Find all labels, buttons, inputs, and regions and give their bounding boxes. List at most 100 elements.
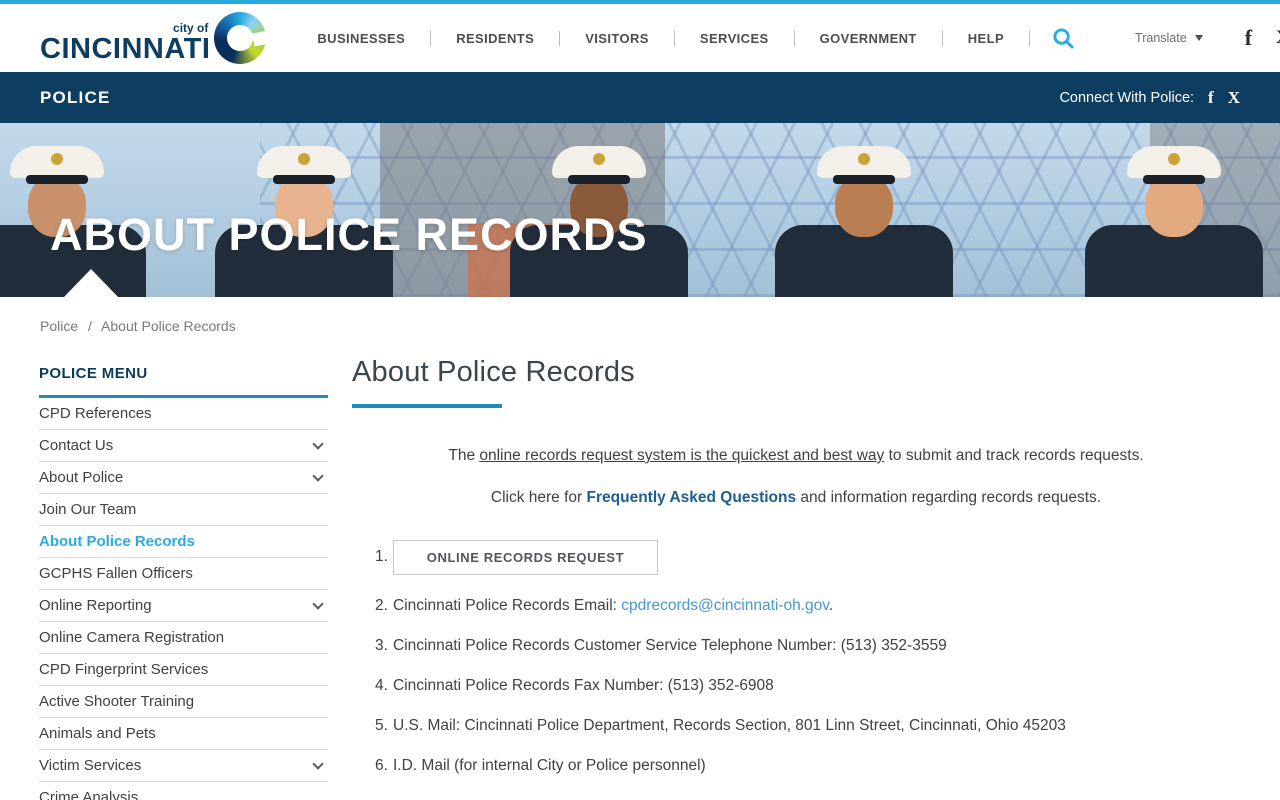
sidebar-item-active-shooter-training[interactable]: Active Shooter Training [39, 686, 328, 718]
sidebar-item-animals-and-pets[interactable]: Animals and Pets [39, 718, 328, 750]
intro-paragraph-2: Click here for Frequently Asked Question… [352, 487, 1240, 509]
intro-1-prefix: The [448, 447, 479, 464]
police-menu-sidebar: POLICE MENU CPD References Contact Us Abou… [39, 365, 328, 800]
sidebar-item-label: About Police Records [39, 533, 195, 550]
sidebar-item-label: Animals and Pets [39, 725, 156, 742]
sidebar-item-online-reporting[interactable]: Online Reporting [39, 590, 328, 622]
sidebar-item-label: Active Shooter Training [39, 693, 194, 710]
online-records-request-link[interactable]: online records request system is the qui… [479, 447, 884, 464]
sidebar-item-label: Join Our Team [39, 501, 136, 518]
nav-item-help[interactable]: HELP [943, 31, 1030, 46]
title-underline [352, 404, 502, 408]
list-item-suffix: . [829, 597, 833, 614]
search-button[interactable] [1052, 27, 1075, 50]
nav-item-businesses[interactable]: BUSINESSES [292, 31, 431, 46]
list-item-number: 2. [375, 597, 393, 615]
chevron-down-icon [1195, 35, 1203, 41]
department-title[interactable]: POLICE [40, 88, 111, 108]
header-social-links: fXin [1221, 25, 1280, 51]
records-contact-list: 1.ONLINE RECORDS REQUEST2.Cincinnati Pol… [352, 540, 1240, 775]
list-item: 4.Cincinnati Police Records Fax Number: … [375, 677, 1240, 695]
sidebar-item-about-police-records[interactable]: About Police Records [39, 526, 328, 558]
chevron-down-icon [312, 470, 323, 481]
intro-1-suffix: to submit and track records requests. [884, 447, 1143, 464]
list-item-text: I.D. Mail (for internal City or Police p… [393, 757, 706, 775]
list-item-number: 5. [375, 717, 393, 735]
city-logo[interactable]: city of CINCINNATI [40, 12, 266, 64]
nav-item-visitors[interactable]: VISITORS [560, 31, 675, 46]
online-records-request-button[interactable]: ONLINE RECORDS REQUEST [393, 540, 658, 575]
list-item-text: U.S. Mail: Cincinnati Police Department,… [393, 717, 1066, 735]
sidebar-item-label: Victim Services [39, 757, 141, 774]
sidebar-menu: CPD References Contact Us About Police Join… [39, 398, 328, 800]
x-twitter-icon[interactable]: X [1276, 27, 1280, 49]
breadcrumb-police[interactable]: Police [40, 318, 78, 334]
connect-with-police: Connect With Police: fX [1059, 88, 1240, 108]
cincinnati-c-logo-icon [214, 12, 266, 64]
sidebar-item-online-camera-registration[interactable]: Online Camera Registration [39, 622, 328, 654]
dept-social-links: fX [1194, 88, 1240, 108]
sidebar-item-about-police[interactable]: About Police [39, 462, 328, 494]
translate-label: Translate [1135, 31, 1187, 45]
sidebar-item-join-our-team[interactable]: Join Our Team [39, 494, 328, 526]
sidebar-item-label: About Police [39, 469, 123, 486]
sidebar-item-label: CPD References [39, 405, 152, 422]
hero-title: ABOUT POLICE RECORDS [50, 209, 648, 261]
connect-label: Connect With Police: [1059, 90, 1194, 106]
faq-link[interactable]: Frequently Asked Questions [587, 489, 797, 506]
intro-2-prefix: Click here for [491, 489, 587, 506]
sidebar-item-label: Crime Analysis [39, 789, 138, 800]
page-title: About Police Records [352, 356, 1240, 389]
nav-item-services[interactable]: SERVICES [675, 31, 795, 46]
list-item-prefix: Cincinnati Police Records Email: [393, 597, 621, 614]
sidebar-item-crime-analysis[interactable]: Crime Analysis [39, 782, 328, 800]
facebook-icon[interactable]: f [1245, 25, 1252, 51]
sidebar-heading: POLICE MENU [39, 365, 328, 398]
chevron-down-icon [312, 598, 323, 609]
hero-police-officer [1085, 146, 1263, 297]
main-content: About Police Records The online records … [352, 356, 1240, 797]
list-item-text: Cincinnati Police Records Email: cpdreco… [393, 597, 833, 615]
x-twitter-icon[interactable]: X [1228, 88, 1240, 108]
department-bar: POLICE Connect With Police: fX [0, 72, 1280, 123]
list-item-number: 3. [375, 637, 393, 655]
sidebar-item-label: Online Camera Registration [39, 629, 224, 646]
list-item-text: Cincinnati Police Records Customer Servi… [393, 637, 947, 655]
sidebar-item-contact-us[interactable]: Contact Us [39, 430, 328, 462]
sidebar-item-label: CPD Fingerprint Services [39, 661, 208, 678]
sidebar-item-gcphs-fallen-officers[interactable]: GCPHS Fallen Officers [39, 558, 328, 590]
site-header: city of CINCINNATI BUSINESSESRESIDENTSVI… [0, 4, 1280, 72]
sidebar-item-cpd-fingerprint-services[interactable]: CPD Fingerprint Services [39, 654, 328, 686]
chevron-down-icon [312, 758, 323, 769]
primary-nav: BUSINESSESRESIDENTSVISITORSSERVICESGOVER… [292, 31, 1030, 46]
hero-notch-triangle [64, 269, 118, 297]
list-item: 5.U.S. Mail: Cincinnati Police Departmen… [375, 717, 1240, 735]
facebook-icon[interactable]: f [1208, 88, 1214, 108]
list-item-number: 6. [375, 757, 393, 775]
sidebar-item-label: GCPHS Fallen Officers [39, 565, 193, 582]
intro-2-suffix: and information regarding records reques… [796, 489, 1101, 506]
nav-item-residents[interactable]: RESIDENTS [431, 31, 560, 46]
list-item-number: 1. [375, 548, 393, 566]
sidebar-item-label: Online Reporting [39, 597, 152, 614]
chevron-down-icon [312, 438, 323, 449]
breadcrumb-current: About Police Records [101, 318, 236, 334]
sidebar-item-victim-services[interactable]: Victim Services [39, 750, 328, 782]
list-item: 3.Cincinnati Police Records Customer Ser… [375, 637, 1240, 655]
list-item-text: Cincinnati Police Records Fax Number: (5… [393, 677, 774, 695]
hero-banner: ABOUT POLICE RECORDS [0, 123, 1280, 297]
sidebar-item-cpd-references[interactable]: CPD References [39, 398, 328, 430]
city-logo-text: city of CINCINNATI [40, 22, 210, 64]
content-area: POLICE MENU CPD References Contact Us Abou… [0, 334, 1280, 800]
breadcrumb: Police / About Police Records [0, 297, 1280, 334]
hero-police-officer [775, 146, 953, 297]
list-item: 6.I.D. Mail (for internal City or Police… [375, 757, 1240, 775]
search-icon [1052, 27, 1075, 50]
nav-item-government[interactable]: GOVERNMENT [795, 31, 943, 46]
intro-paragraph-1: The online records request system is the… [352, 445, 1240, 467]
list-item: 2.Cincinnati Police Records Email: cpdre… [375, 597, 1240, 615]
sidebar-item-label: Contact Us [39, 437, 113, 454]
logo-city-name: CINCINNATI [40, 35, 210, 64]
email-link[interactable]: cpdrecords@cincinnati-oh.gov [621, 597, 829, 614]
translate-dropdown[interactable]: Translate [1135, 31, 1203, 45]
